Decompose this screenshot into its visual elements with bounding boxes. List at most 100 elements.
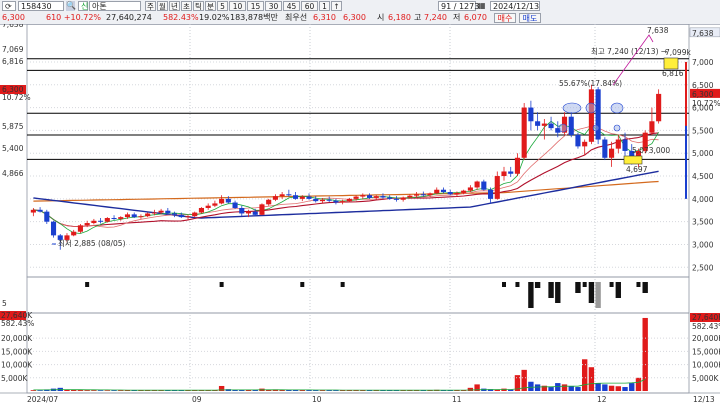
volume-bar <box>568 386 574 391</box>
candle-body <box>232 202 238 208</box>
left-volume-label: 15,000K <box>1 347 33 356</box>
indicator-block-2 <box>300 282 305 287</box>
x-axis-label: 2024/07 <box>27 395 58 404</box>
candle-body <box>340 201 346 203</box>
candle-body <box>366 195 373 198</box>
volume-bar <box>37 390 43 391</box>
candle-body <box>77 225 83 232</box>
candle-body <box>414 194 420 196</box>
indicator-block-7 <box>609 282 614 287</box>
candle-body <box>50 221 57 236</box>
search-icon[interactable]: 🔍 <box>66 1 76 11</box>
indicator-bar <box>642 282 648 293</box>
low-annotation: 최저 2,885 (08/05) <box>58 238 126 248</box>
stock-chart[interactable]: 7,0006,5006,0005,5005,0004,5004,0003,500… <box>0 24 720 404</box>
candle-body <box>165 210 171 214</box>
open-label: 시 <box>377 13 385 22</box>
trade-amount: 183,878백만 <box>230 13 278 22</box>
x-axis-label: 12/13 <box>693 395 715 404</box>
volume-bar <box>104 390 111 391</box>
best-quote-label: 최우선 <box>285 13 308 22</box>
period-button-5[interactable]: 분 <box>205 1 216 11</box>
volume-bar <box>91 390 97 391</box>
candle-body <box>198 207 205 213</box>
candle-body <box>467 187 473 191</box>
candle-body <box>138 216 144 218</box>
candle-body <box>501 171 507 177</box>
indicator-block-3 <box>340 282 345 287</box>
candle-body <box>326 199 332 201</box>
period-button-0[interactable]: 주 <box>145 1 156 11</box>
candle-body <box>286 194 292 196</box>
candle-body <box>514 157 521 174</box>
candle-body <box>568 116 574 135</box>
price-axis-label: 3,500 <box>692 218 714 227</box>
volume-bar <box>635 377 642 391</box>
candle-body <box>461 190 467 193</box>
period-button-9[interactable]: 30 <box>265 1 282 11</box>
refresh-icon[interactable]: ⟳ <box>2 1 16 11</box>
indicator-block-0 <box>85 282 90 287</box>
indicator-block-4 <box>502 282 506 287</box>
x-axis-label: 10 <box>312 395 322 404</box>
candle-body <box>185 216 191 218</box>
volume-bar <box>548 387 554 391</box>
period-button-2[interactable]: 년 <box>169 1 180 11</box>
period-button-10[interactable]: 45 <box>283 1 300 11</box>
candle-body <box>360 195 366 197</box>
candle-body <box>521 107 527 158</box>
right-change-label: 10.72% <box>692 99 720 108</box>
period-button-13[interactable]: ↑ <box>331 1 342 11</box>
candle-body <box>541 123 547 126</box>
indicator-bar <box>528 282 534 308</box>
buy-button[interactable]: 매수 <box>494 13 516 23</box>
candle-body <box>494 176 500 199</box>
best-bid: 6,300 <box>343 13 366 22</box>
indicator-block-1 <box>219 282 224 287</box>
price-axis-label: 5,500 <box>692 126 714 135</box>
open-price: 6,180 <box>388 13 411 22</box>
candle-body <box>124 214 131 218</box>
left-price-label: 7,069 <box>2 45 24 54</box>
pct-annotation: 55.67%(17.84%) <box>559 79 622 88</box>
period-button-6[interactable]: 5 <box>217 1 228 11</box>
period-button-11[interactable]: 60 <box>301 1 318 11</box>
candle-body <box>212 203 218 206</box>
candle-body <box>487 189 494 199</box>
candle-body <box>171 213 178 215</box>
period-button-7[interactable]: 10 <box>229 1 246 11</box>
volume-bar <box>602 384 608 391</box>
period-button-3[interactable]: 초 <box>181 1 192 11</box>
indicator-block-5 <box>515 282 520 287</box>
candle-body <box>299 196 305 199</box>
highlight-box-low <box>623 155 643 165</box>
period-button-8[interactable]: 15 <box>247 1 264 11</box>
candle-body <box>239 207 245 214</box>
indicator-bar <box>534 282 541 288</box>
indicator-block-6 <box>582 282 587 287</box>
period-button-4[interactable]: 틱 <box>193 1 204 11</box>
candle-body <box>387 197 393 199</box>
bar-count-field[interactable]: 91 / 1273 <box>438 1 479 11</box>
period-button-1[interactable]: 월 <box>157 1 168 11</box>
candle-body <box>293 195 299 199</box>
volume-value: 27,640,274 <box>106 13 152 22</box>
x-axis-label: 12 <box>597 395 607 404</box>
candle-body <box>37 209 43 212</box>
candle-body <box>145 213 151 217</box>
period-button-12[interactable]: 1 <box>319 1 330 11</box>
calendar-icon[interactable]: ▦ <box>478 1 487 11</box>
date-field[interactable]: 2024/12/13 <box>490 1 540 11</box>
sell-button[interactable]: 매도 <box>519 13 541 23</box>
volume-bar <box>615 386 621 391</box>
candle-body <box>111 218 117 220</box>
candle-body <box>319 199 326 202</box>
right-volume-label: 27,640K <box>692 313 720 322</box>
pattern-marker-0 <box>562 102 582 114</box>
indicator-block-9 <box>636 282 641 287</box>
candle-body <box>259 204 265 215</box>
left-volume-label: 582.43% <box>1 319 34 328</box>
stock-name-field[interactable]: 아톤 <box>89 1 141 11</box>
stock-code-input[interactable]: 158430 <box>18 1 64 11</box>
x-axis-label: 09 <box>192 395 202 404</box>
